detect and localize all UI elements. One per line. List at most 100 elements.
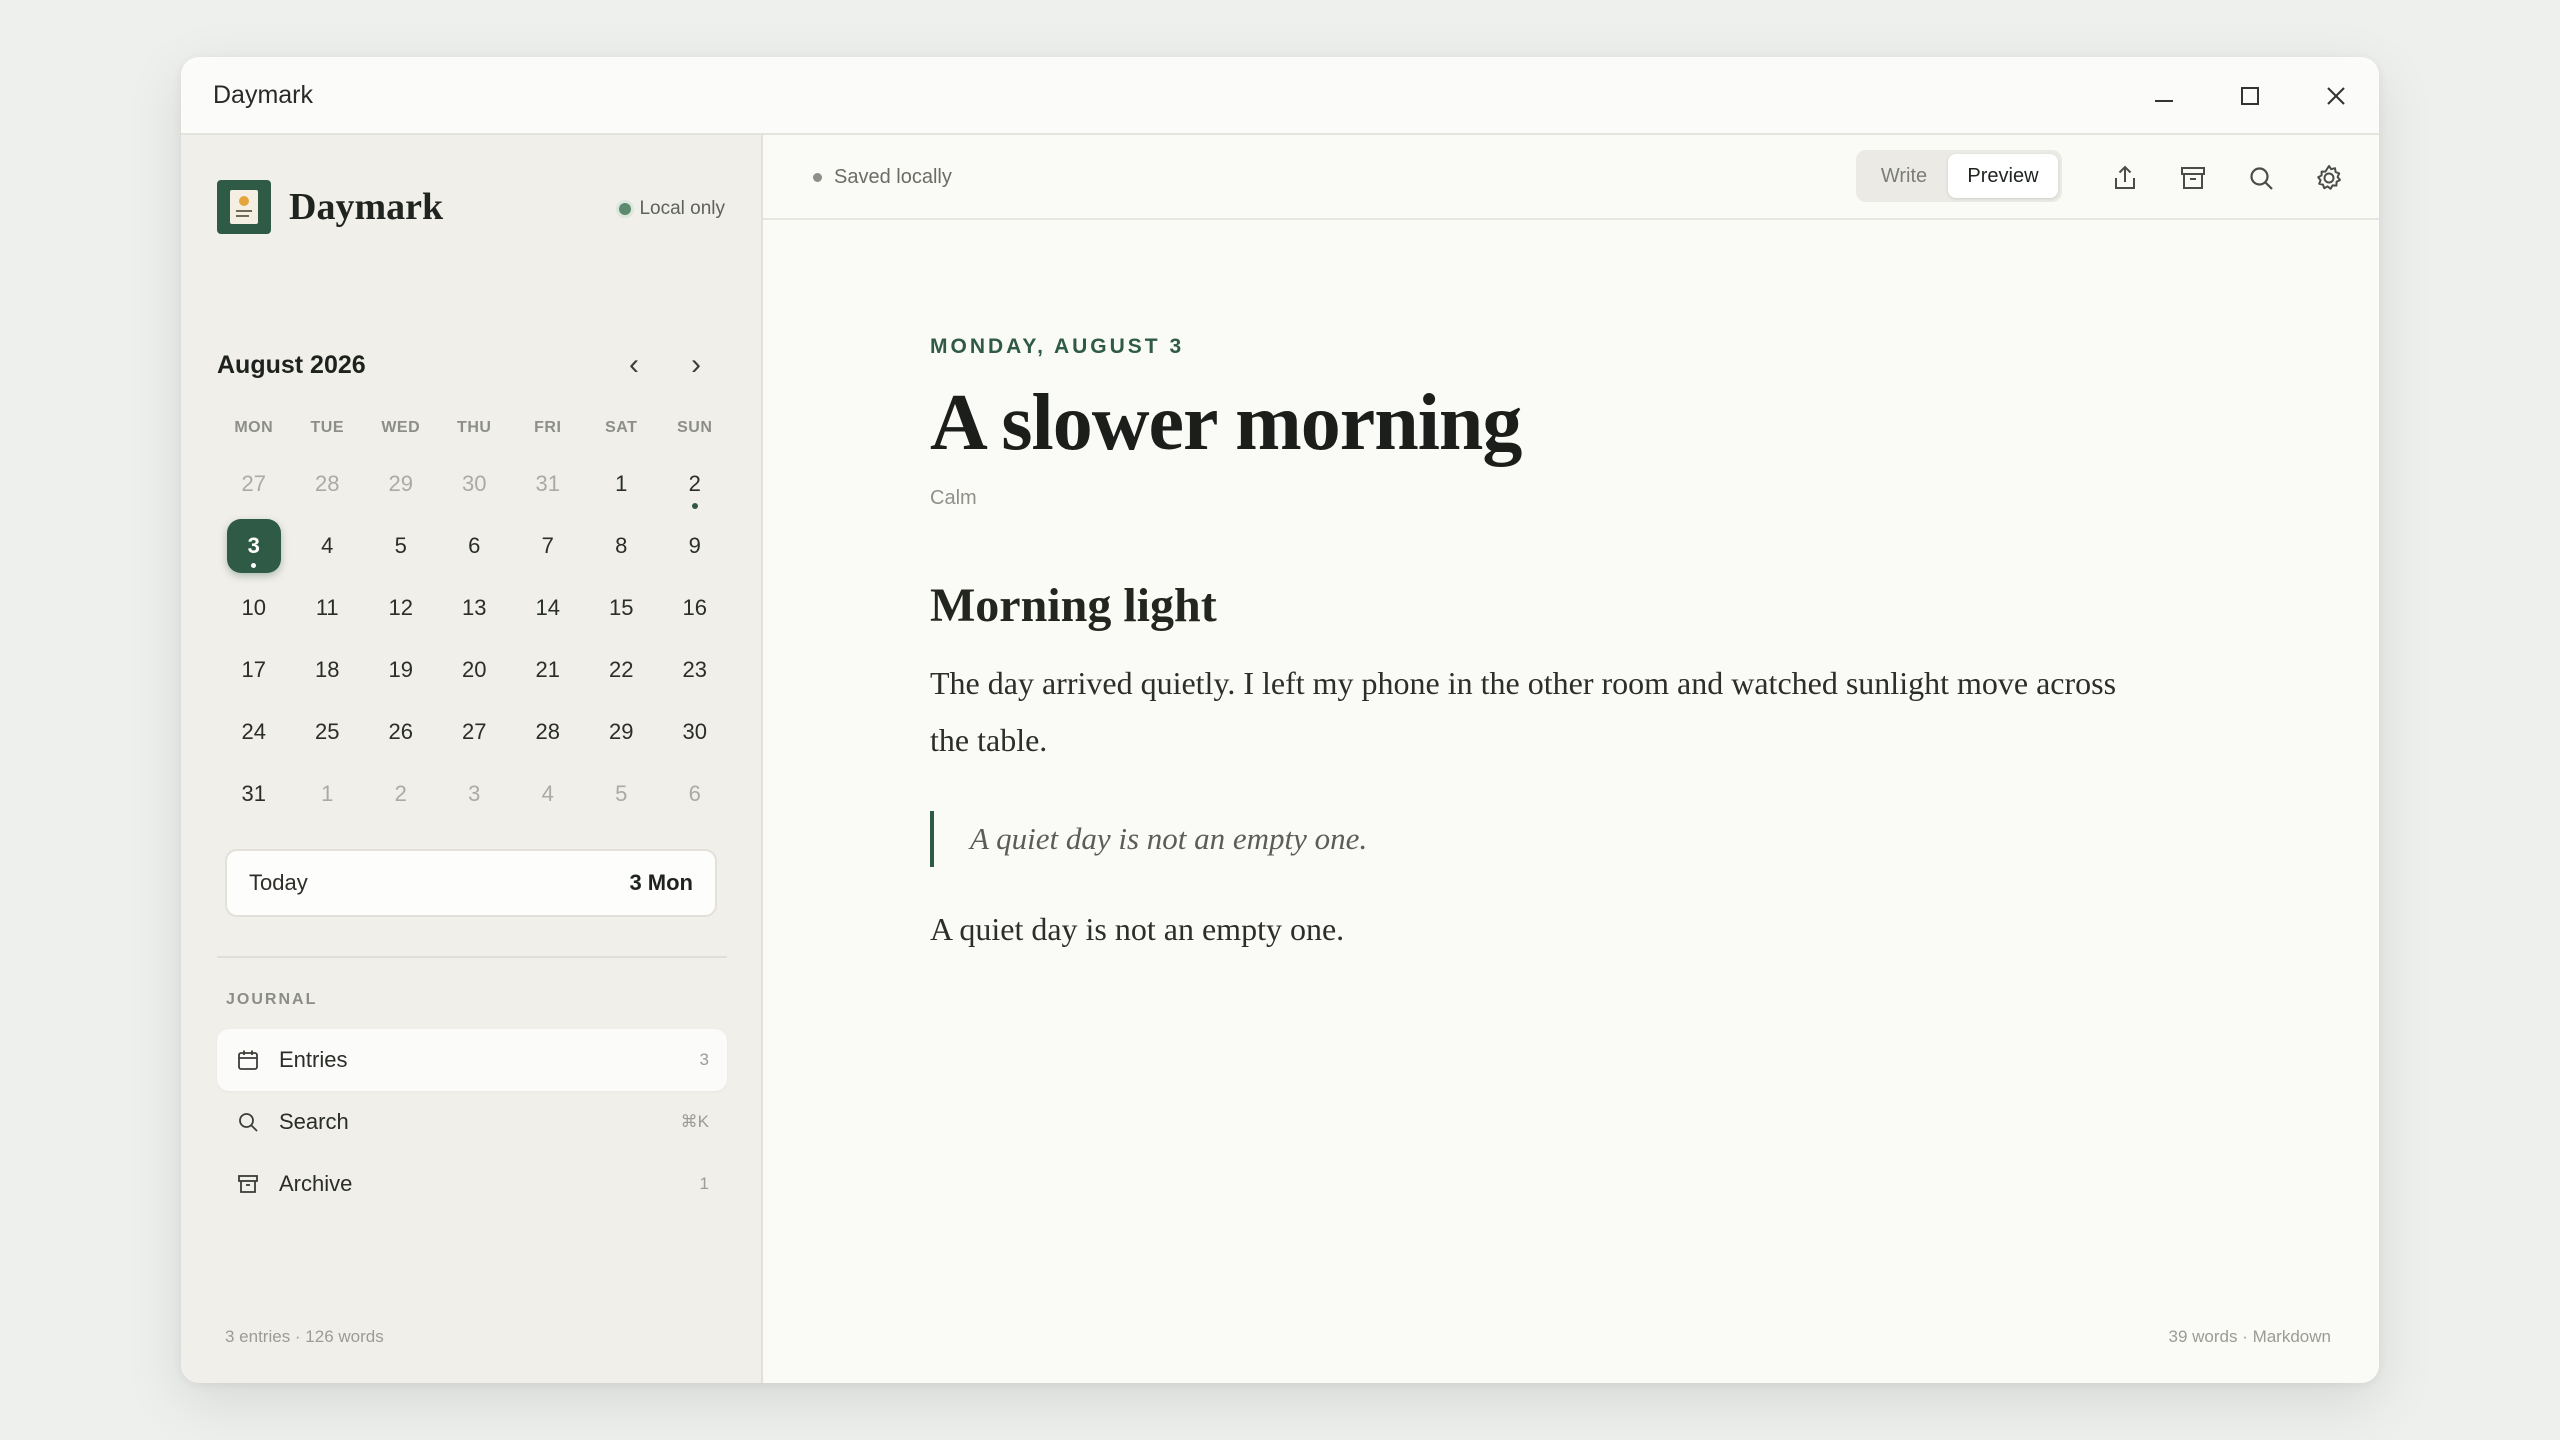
status-dot [619, 203, 632, 215]
calendar-day[interactable]: 18 [291, 642, 365, 698]
calendar-day[interactable]: 27 [217, 456, 291, 512]
calendar-day[interactable]: 4 [511, 766, 585, 822]
calendar-day[interactable]: 22 [585, 642, 659, 698]
minimize-button[interactable] [2121, 57, 2207, 135]
calendar-grid: MON TUE WED THU FRI SAT SUN 27 28 29 30 31 1 2 3 4 5 6 7 8 9… [217, 413, 733, 825]
calendar-day[interactable]: 14 [511, 580, 585, 636]
calendar-day[interactable]: 2 [364, 766, 438, 822]
save-status: Saved locally [813, 135, 952, 220]
calendar-day-number: 21 [535, 657, 560, 682]
today-label: Today [249, 870, 308, 895]
calendar-day-number: 6 [688, 781, 701, 806]
calendar-day[interactable]: 5 [364, 518, 438, 574]
calendar-day[interactable]: 2 [658, 456, 732, 512]
calendar-day[interactable]: 20 [438, 642, 512, 698]
share-button[interactable] [2093, 146, 2157, 210]
search-button[interactable] [2229, 146, 2293, 210]
calendar-day[interactable]: 9 [658, 518, 732, 574]
local-only-label: Local only [639, 198, 725, 219]
calendar-day[interactable]: 8 [585, 518, 659, 574]
calendar-day[interactable]: 31 [217, 766, 291, 822]
calendar-day[interactable]: 17 [217, 642, 291, 698]
calendar-day[interactable]: 30 [438, 456, 512, 512]
calendar-day[interactable]: 1 [291, 766, 365, 822]
calendar-day[interactable]: 13 [438, 580, 512, 636]
archive-button[interactable] [2161, 146, 2225, 210]
share-icon [2115, 165, 2135, 189]
calendar-day[interactable]: 19 [364, 642, 438, 698]
editor-toolbar: Saved locally Write Preview [763, 135, 2379, 220]
calendar-weekday-row: MON TUE WED THU FRI SAT SUN [217, 413, 733, 443]
calendar-week-row: 17 18 19 20 21 22 23 [217, 639, 733, 701]
title-bar: Daymark [181, 57, 2379, 135]
word-count-status: 39 words · Markdown [2168, 1327, 2331, 1346]
calendar-week-row: 31 1 2 3 4 5 6 [217, 763, 733, 825]
calendar-day[interactable]: 5 [585, 766, 659, 822]
gear-icon [2317, 164, 2341, 190]
sidebar-item-search[interactable]: Search ⌘K [217, 1091, 727, 1153]
maximize-icon [2241, 87, 2259, 105]
calendar-day-number: 24 [241, 719, 266, 744]
sidebar-item-entries[interactable]: Entries 3 [217, 1029, 727, 1091]
calendar-day-number: 26 [388, 719, 413, 744]
calendar-day[interactable]: 28 [291, 456, 365, 512]
window-title: Daymark [213, 80, 314, 109]
close-button[interactable] [2293, 57, 2379, 135]
minimize-icon [2155, 100, 2173, 102]
calendar-day[interactable]: 29 [585, 704, 659, 760]
calendar-day[interactable]: 12 [364, 580, 438, 636]
calendar-week-row: 3 4 5 6 7 8 9 [217, 515, 733, 577]
calendar-day[interactable]: 6 [438, 518, 512, 574]
calendar-day[interactable]: 4 [291, 518, 365, 574]
calendar-day-number: 5 [394, 533, 407, 558]
calendar-day[interactable]: 6 [658, 766, 732, 822]
calendar-week-row: 24 25 26 27 28 29 30 [217, 701, 733, 763]
entry-mood: Calm [930, 487, 977, 509]
calendar-week-row: 27 28 29 30 31 1 2 [217, 453, 733, 515]
sidebar: Daymark Local only August 2026 ‹ › MON TU… [181, 135, 763, 1383]
calendar-day-number: 28 [315, 471, 340, 496]
calendar-weekday-label: TUE [310, 419, 344, 436]
calendar-day[interactable]: 1 [585, 456, 659, 512]
sidebar-item-archive[interactable]: Archive 1 [217, 1153, 727, 1215]
calendar-day[interactable]: 26 [364, 704, 438, 760]
entry-preview: MONDAY, AUGUST 3 A slower morning Calm M… [930, 335, 2160, 948]
prev-month-button[interactable]: ‹ [617, 350, 651, 380]
sidebar-item-shortcut: ⌘K [680, 1112, 709, 1131]
calendar-day-number: 30 [682, 719, 707, 744]
calendar-nav: ‹ › [617, 350, 713, 380]
calendar-day-number: 5 [615, 781, 628, 806]
calendar-month-label: August 2026 [217, 350, 366, 379]
next-month-button[interactable]: › [679, 350, 713, 380]
calendar-day-today[interactable]: 3 [217, 518, 291, 574]
calendar-day[interactable]: 3 [438, 766, 512, 822]
write-mode-button[interactable]: Write [1860, 154, 1948, 198]
preview-mode-button[interactable]: Preview [1948, 154, 2058, 198]
calendar-day[interactable]: 31 [511, 456, 585, 512]
calendar-day[interactable]: 25 [291, 704, 365, 760]
calendar-day[interactable]: 30 [658, 704, 732, 760]
sidebar-item-label: Entries [279, 1047, 348, 1072]
calendar-day[interactable]: 11 [291, 580, 365, 636]
today-button[interactable]: Today 3 Mon [225, 849, 717, 917]
calendar-day[interactable]: 15 [585, 580, 659, 636]
calendar-day-number: 22 [609, 657, 634, 682]
toolbar-actions [2093, 135, 2365, 220]
calendar-day-number: 31 [535, 471, 560, 496]
calendar-day-number: 4 [541, 781, 554, 806]
calendar-weekday-label: WED [381, 419, 421, 436]
calendar-day[interactable]: 23 [658, 642, 732, 698]
calendar-day-number: 14 [535, 595, 560, 620]
calendar-day[interactable]: 29 [364, 456, 438, 512]
calendar-day[interactable]: 24 [217, 704, 291, 760]
maximize-button[interactable] [2207, 57, 2293, 135]
calendar-day[interactable]: 7 [511, 518, 585, 574]
app-window: Daymark Daymark Local only August 2026 ‹… [181, 57, 2379, 1383]
calendar-day[interactable]: 16 [658, 580, 732, 636]
calendar-day[interactable]: 10 [217, 580, 291, 636]
calendar-day[interactable]: 27 [438, 704, 512, 760]
settings-button[interactable] [2297, 146, 2361, 210]
calendar-day[interactable]: 21 [511, 642, 585, 698]
calendar-day[interactable]: 28 [511, 704, 585, 760]
entry-blockquote: A quiet day is not an empty one. [930, 811, 2160, 867]
